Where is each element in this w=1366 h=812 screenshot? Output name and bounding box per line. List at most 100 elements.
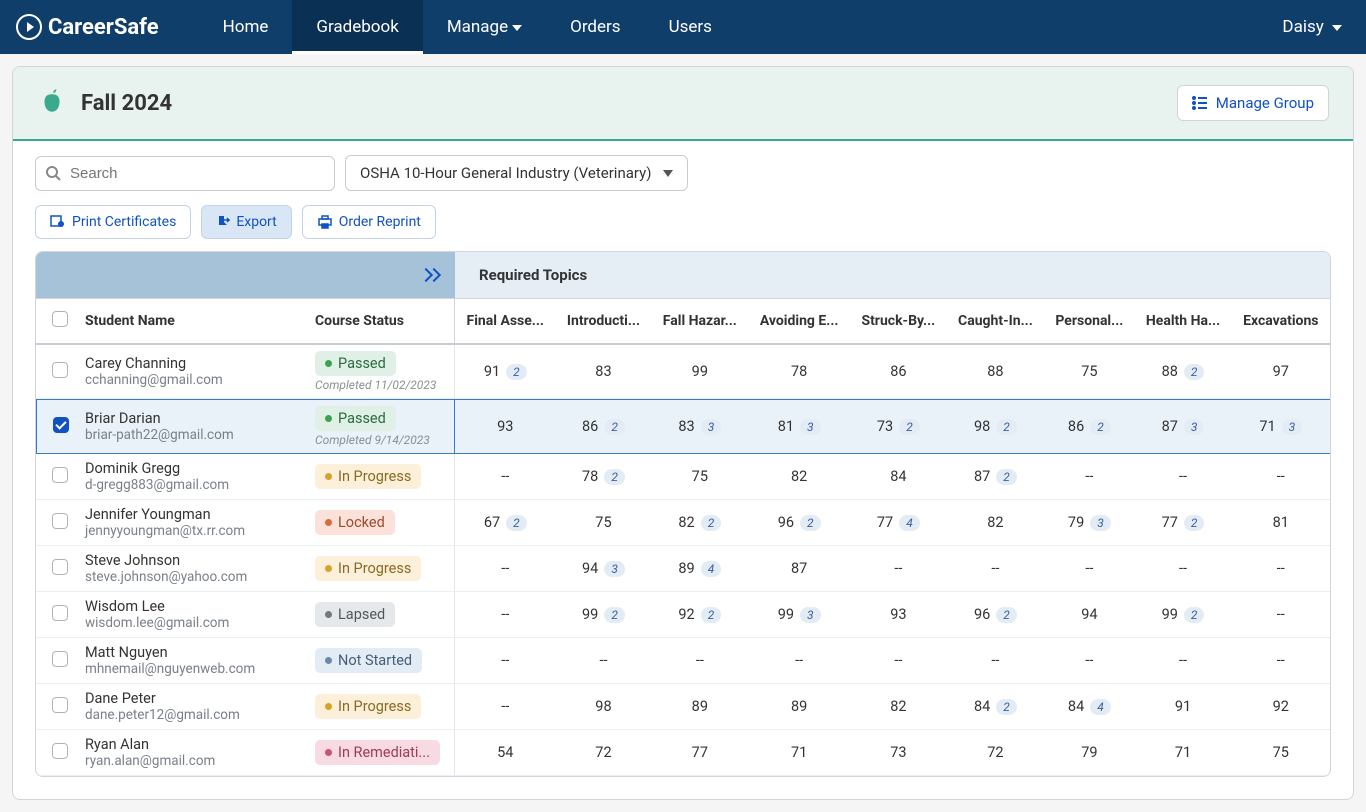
table-row[interactable]: Steve Johnsonsteve.johnson@yahoo.comIn P…: [36, 546, 1330, 592]
row-checkbox[interactable]: [52, 743, 68, 759]
student-name-header[interactable]: Student Name: [77, 298, 307, 345]
score-cell: 732: [850, 399, 947, 454]
topic-header[interactable]: Personal...: [1044, 298, 1134, 345]
score-cell: 962: [748, 500, 850, 546]
topic-header[interactable]: Caught-In...: [947, 298, 1045, 345]
score-cell: 91: [1135, 684, 1232, 730]
attempts-badge: 4: [899, 515, 920, 531]
attempts-badge: 3: [800, 419, 821, 435]
student-name: Briar Darian: [85, 410, 299, 427]
topic-header[interactable]: Struck-By...: [850, 298, 947, 345]
nav-home[interactable]: Home: [199, 0, 293, 54]
score-cell: 84: [850, 454, 947, 500]
column-header-row: Student Name Course Status Final Asse...…: [36, 298, 1330, 345]
table-row[interactable]: Ryan Alanryan.alan@gmail.comIn Remediati…: [36, 730, 1330, 776]
attempts-badge: 2: [506, 364, 527, 380]
nav-orders[interactable]: Orders: [546, 0, 644, 54]
row-checkbox[interactable]: [52, 605, 68, 621]
score-cell: 92: [1232, 684, 1330, 730]
table-row[interactable]: Dane Peterdane.peter12@gmail.comIn Progr…: [36, 684, 1330, 730]
row-checkbox[interactable]: [52, 467, 68, 483]
topic-header[interactable]: Excavations: [1232, 298, 1330, 345]
attempts-badge: 2: [996, 699, 1017, 715]
score-cell: --: [1232, 454, 1330, 500]
user-menu[interactable]: Daisy: [1274, 17, 1350, 37]
status-badge: In Progress: [315, 694, 421, 719]
table-row[interactable]: Carey Channingcchanning@gmail.comPassedC…: [36, 345, 1330, 399]
score-cell: 75: [651, 454, 748, 500]
print-certificates-button[interactable]: Print Certificates: [35, 205, 191, 239]
table-row[interactable]: Jennifer Youngmanjennyyoungman@tx.rr.com…: [36, 500, 1330, 546]
checkbox-header[interactable]: [36, 298, 77, 345]
score-cell: 793: [1044, 500, 1134, 546]
attempts-badge: 2: [701, 515, 722, 531]
row-checkbox[interactable]: [52, 559, 68, 575]
attempts-badge: 4: [701, 561, 722, 577]
user-name: Daisy: [1282, 17, 1323, 37]
chevron-down-icon: [1332, 25, 1342, 31]
status-dot-icon: [325, 360, 332, 367]
row-checkbox[interactable]: [52, 651, 68, 667]
attempts-badge: 4: [1090, 699, 1111, 715]
score-cell: 93: [850, 592, 947, 638]
topic-header[interactable]: Final Asse...: [455, 298, 556, 345]
brand-logo[interactable]: CareerSafe: [16, 14, 159, 40]
manage-group-label: Manage Group: [1216, 94, 1314, 112]
course-select[interactable]: OSHA 10-Hour General Industry (Veterinar…: [345, 155, 688, 191]
table-row[interactable]: Briar Darianbriar-path22@gmail.comPassed…: [36, 399, 1330, 454]
export-button[interactable]: Export: [201, 205, 291, 239]
attempts-badge: 2: [604, 419, 625, 435]
score-cell: --: [1135, 454, 1232, 500]
score-cell: --: [455, 638, 556, 684]
expand-cell[interactable]: [36, 252, 455, 298]
table-row[interactable]: Matt Nguyenmhnemail@nguyenweb.comNot Sta…: [36, 638, 1330, 684]
score-cell: 912: [455, 345, 556, 399]
topic-header[interactable]: Introducti...: [556, 298, 652, 345]
student-name: Dane Peter: [85, 690, 299, 707]
student-email: ryan.alan@gmail.com: [85, 753, 299, 769]
score-cell: 943: [556, 546, 652, 592]
status-dot-icon: [325, 703, 332, 710]
nav-users[interactable]: Users: [645, 0, 736, 54]
printer-icon: [317, 215, 333, 229]
score-cell: --: [850, 546, 947, 592]
nav-manage[interactable]: Manage: [423, 0, 546, 54]
row-checkbox[interactable]: [52, 513, 68, 529]
list-icon: [1192, 96, 1208, 110]
search-input[interactable]: [35, 156, 335, 191]
order-reprint-button[interactable]: Order Reprint: [302, 205, 436, 239]
score-cell: 71: [748, 730, 850, 776]
row-checkbox[interactable]: [53, 417, 69, 433]
topic-header[interactable]: Avoiding E...: [748, 298, 850, 345]
row-checkbox[interactable]: [52, 362, 68, 378]
score-cell: 842: [947, 684, 1045, 730]
score-cell: 73: [850, 730, 947, 776]
attempts-badge: 2: [1090, 419, 1111, 435]
score-cell: 75: [1232, 730, 1330, 776]
course-status-header[interactable]: Course Status: [307, 298, 455, 345]
score-cell: 922: [651, 592, 748, 638]
table-row[interactable]: Wisdom Leewisdom.lee@gmail.comLapsed--99…: [36, 592, 1330, 638]
nav-gradebook[interactable]: Gradebook: [292, 0, 422, 54]
attempts-badge: 2: [800, 515, 821, 531]
score-cell: 79: [1044, 730, 1134, 776]
page-header: Fall 2024 Manage Group: [13, 67, 1353, 141]
score-cell: 862: [556, 399, 652, 454]
student-name: Matt Nguyen: [85, 644, 299, 661]
table-row[interactable]: Dominik Greggd-gregg883@gmail.comIn Prog…: [36, 454, 1330, 500]
chevron-double-right-icon: [423, 266, 439, 284]
score-cell: --: [1232, 592, 1330, 638]
student-email: briar-path22@gmail.com: [85, 427, 299, 443]
score-cell: --: [1135, 638, 1232, 684]
topnav: CareerSafe HomeGradebookManageOrdersUser…: [0, 0, 1366, 54]
attempts-badge: 3: [701, 419, 722, 435]
score-cell: 97: [1232, 345, 1330, 399]
score-cell: --: [455, 592, 556, 638]
topic-header[interactable]: Health Ha...: [1135, 298, 1232, 345]
attempts-badge: 2: [1184, 515, 1205, 531]
score-cell: 982: [947, 399, 1045, 454]
score-cell: --: [1135, 546, 1232, 592]
topic-header[interactable]: Fall Hazar...: [651, 298, 748, 345]
row-checkbox[interactable]: [52, 697, 68, 713]
manage-group-button[interactable]: Manage Group: [1177, 85, 1329, 121]
